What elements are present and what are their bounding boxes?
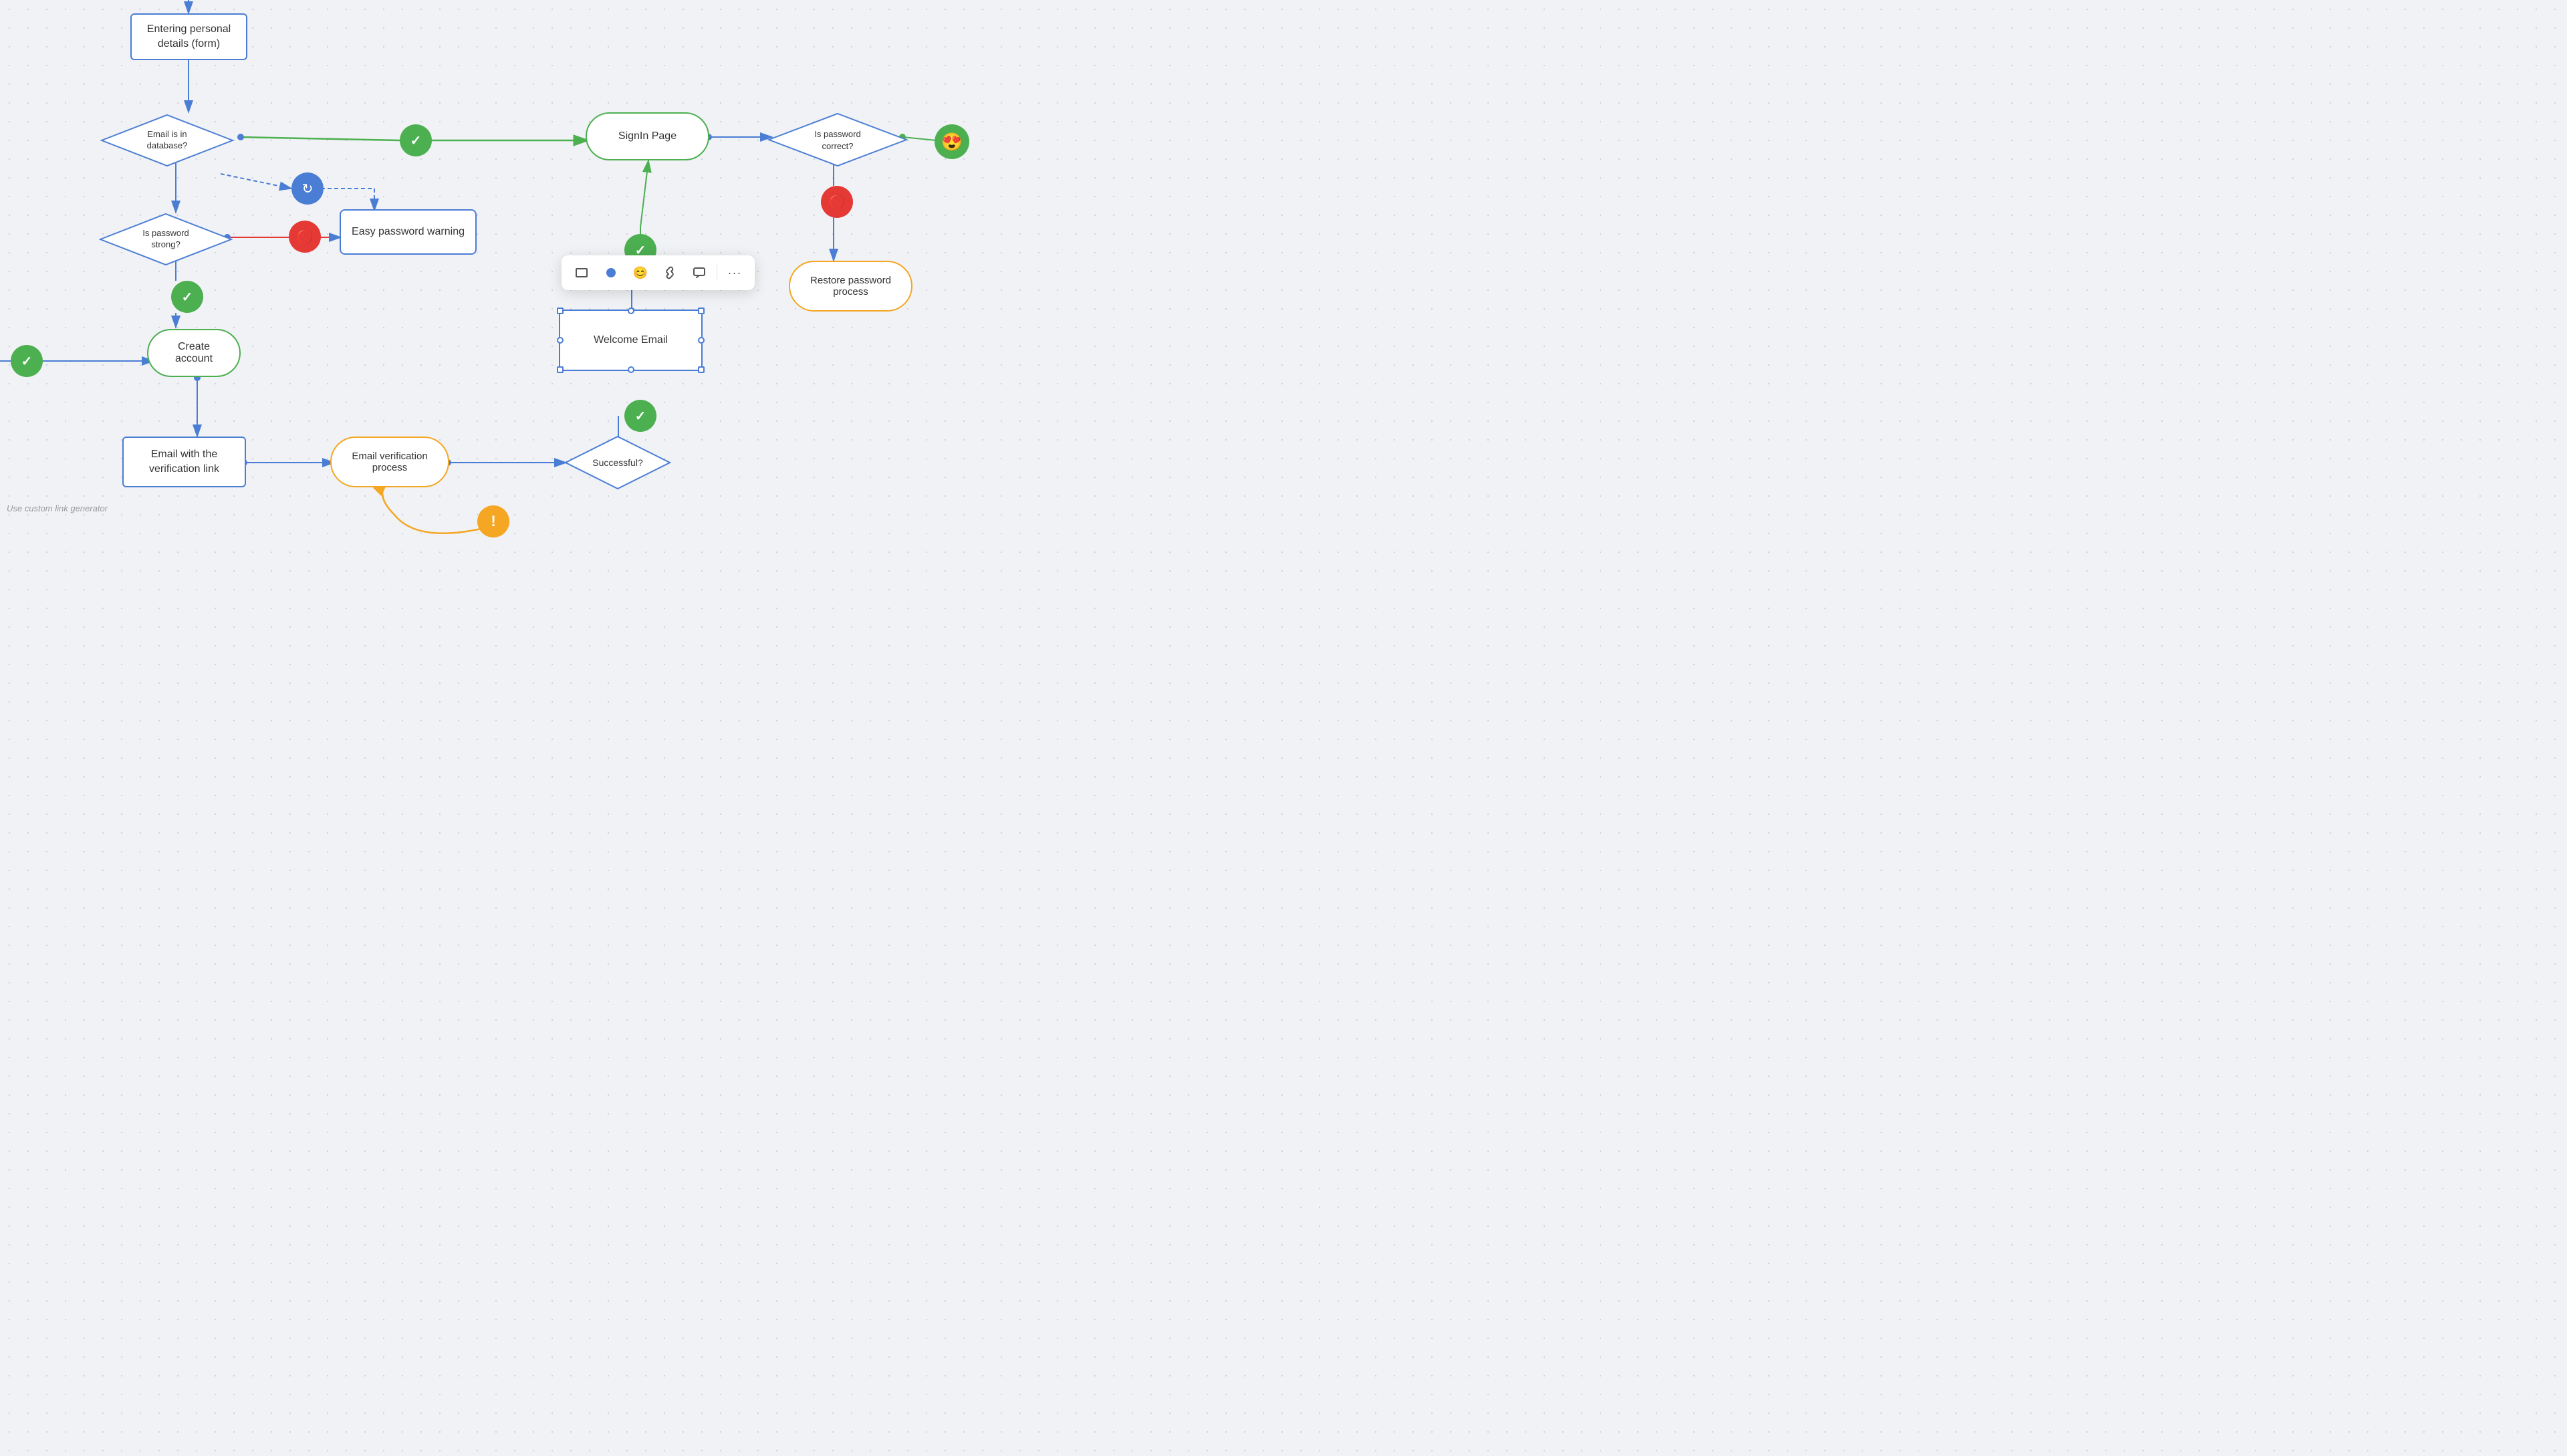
svg-text:correct?: correct? [822, 141, 854, 151]
check-successful-icon: ✓ [624, 400, 656, 432]
check-email-db-icon: ✓ [400, 124, 432, 156]
svg-text:Is password: Is password [814, 129, 860, 139]
toolbar-comment-btn[interactable] [687, 261, 711, 285]
svg-text:database?: database? [147, 140, 188, 150]
create-account-node[interactable]: Create account [147, 329, 241, 377]
svg-text:strong?: strong? [151, 239, 180, 249]
restore-password-node[interactable]: Restore password process [789, 261, 912, 312]
entering-personal-details-node[interactable]: Entering personal details (form) [130, 13, 247, 60]
svg-text:Email is in: Email is in [147, 129, 187, 139]
toolbar-link-btn[interactable] [658, 261, 682, 285]
signin-page-node[interactable]: SignIn Page [586, 112, 709, 160]
svg-text:Successful?: Successful? [592, 457, 643, 468]
is-password-correct-node[interactable]: Is password correct? [767, 112, 908, 167]
toolbar-circle-btn[interactable] [599, 261, 623, 285]
toolbar-rect-btn[interactable] [570, 261, 594, 285]
check-left-icon: ✓ [11, 345, 43, 377]
toolbar-emoji-btn[interactable]: 😊 [628, 261, 652, 285]
is-password-strong-node[interactable]: Is password strong? [99, 213, 233, 266]
red-no-icon: 🚫 [289, 221, 321, 253]
email-in-database-node[interactable]: Email is in database? [100, 114, 234, 167]
sync-icon: ↻ [291, 172, 324, 205]
check-password-strong-icon: ✓ [171, 281, 203, 313]
easy-password-warning-node[interactable]: Easy password warning [340, 209, 477, 255]
red-no2-icon: 🚫 [821, 186, 853, 218]
svg-text:Is password: Is password [142, 228, 189, 238]
email-verification-link-node[interactable]: Email with the verification link [122, 437, 246, 487]
welcome-email-node[interactable]: Welcome Email [559, 310, 703, 371]
toolbar-more-btn[interactable]: ··· [723, 261, 747, 285]
successful-node[interactable]: Successful? [564, 435, 671, 490]
email-verification-process-node[interactable]: Email verification process [330, 437, 449, 487]
emoji-heart-icon: 😍 [935, 124, 969, 159]
diagram-canvas: Entering personal details (form) Email i… [0, 0, 973, 554]
custom-link-label: Use custom link generator [7, 503, 108, 513]
orange-exclaim-icon: ! [477, 505, 509, 537]
toolbar-popup[interactable]: 😊 ··· [562, 255, 755, 290]
